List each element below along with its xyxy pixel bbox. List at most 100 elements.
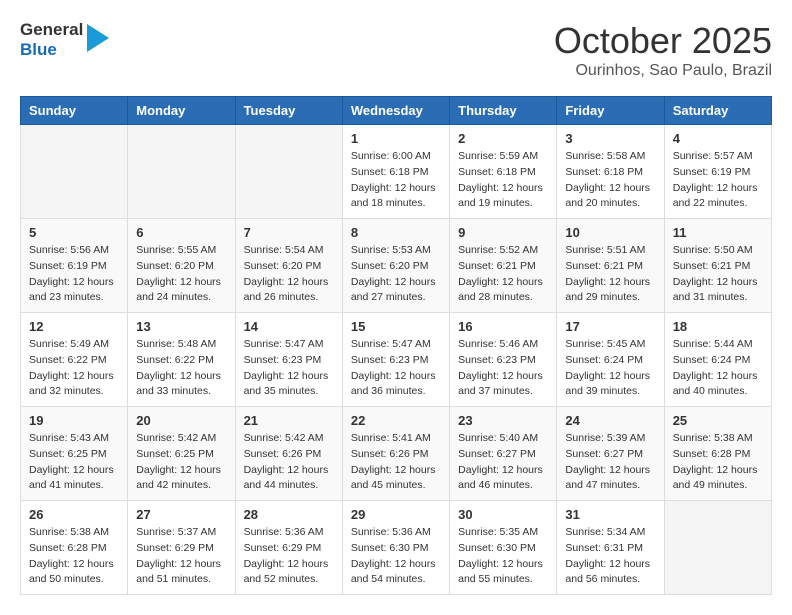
day-number: 26 bbox=[29, 507, 119, 522]
calendar-week-row: 19Sunrise: 5:43 AM Sunset: 6:25 PM Dayli… bbox=[21, 407, 772, 501]
day-info: Sunrise: 5:34 AM Sunset: 6:31 PM Dayligh… bbox=[565, 525, 655, 588]
calendar-cell: 2 Sunrise: 5:59 AM Sunset: 6:18 PM Daylig… bbox=[450, 125, 557, 219]
day-info: Sunrise: 5:53 AM Sunset: 6:20 PM Dayligh… bbox=[351, 243, 441, 306]
day-info: Sunrise: 5:48 AM Sunset: 6:22 PM Dayligh… bbox=[136, 337, 226, 400]
calendar-table: SundayMondayTuesdayWednesdayThursdayFrid… bbox=[20, 96, 772, 595]
weekday-header-wednesday: Wednesday bbox=[342, 97, 449, 125]
day-number: 1 bbox=[351, 131, 441, 146]
day-number: 28 bbox=[244, 507, 334, 522]
calendar-cell: 16 Sunrise: 5:46 AM Sunset: 6:23 PM Dayli… bbox=[450, 313, 557, 407]
day-number: 31 bbox=[565, 507, 655, 522]
day-number: 10 bbox=[565, 225, 655, 240]
calendar-cell bbox=[235, 125, 342, 219]
calendar-cell: 25Sunrise: 5:38 AM Sunset: 6:28 PM Dayli… bbox=[664, 407, 771, 501]
day-number: 6 bbox=[136, 225, 226, 240]
logo-general: General bbox=[20, 20, 83, 40]
day-info: Sunrise: 5:54 AM Sunset: 6:20 PM Dayligh… bbox=[244, 243, 334, 306]
calendar-cell: 8 Sunrise: 5:53 AM Sunset: 6:20 PM Daylig… bbox=[342, 219, 449, 313]
calendar-cell: 20 Sunrise: 5:42 AM Sunset: 6:25 PM Dayli… bbox=[128, 407, 235, 501]
calendar-cell: 10 Sunrise: 5:51 AM Sunset: 6:21 PM Dayli… bbox=[557, 219, 664, 313]
day-number: 12 bbox=[29, 319, 119, 334]
calendar-cell: 22 Sunrise: 5:41 AM Sunset: 6:26 PM Dayli… bbox=[342, 407, 449, 501]
calendar-week-row: 12 Sunrise: 5:49 AM Sunset: 6:22 PM Dayli… bbox=[21, 313, 772, 407]
calendar-cell: 6 Sunrise: 5:55 AM Sunset: 6:20 PM Daylig… bbox=[128, 219, 235, 313]
calendar-cell: 3 Sunrise: 5:58 AM Sunset: 6:18 PM Daylig… bbox=[557, 125, 664, 219]
month-title: October 2025 bbox=[554, 20, 772, 62]
day-info: Sunrise: 5:57 AM Sunset: 6:19 PM Dayligh… bbox=[673, 149, 763, 212]
calendar-cell: 28Sunrise: 5:36 AM Sunset: 6:29 PM Dayli… bbox=[235, 501, 342, 595]
day-info: Sunrise: 5:51 AM Sunset: 6:21 PM Dayligh… bbox=[565, 243, 655, 306]
calendar-cell: 23 Sunrise: 5:40 AM Sunset: 6:27 PM Dayli… bbox=[450, 407, 557, 501]
calendar-cell: 9 Sunrise: 5:52 AM Sunset: 6:21 PM Daylig… bbox=[450, 219, 557, 313]
day-info: Sunrise: 5:45 AM Sunset: 6:24 PM Dayligh… bbox=[565, 337, 655, 400]
calendar-cell: 7 Sunrise: 5:54 AM Sunset: 6:20 PM Daylig… bbox=[235, 219, 342, 313]
calendar-cell bbox=[664, 501, 771, 595]
calendar-cell: 5 Sunrise: 5:56 AM Sunset: 6:19 PM Daylig… bbox=[21, 219, 128, 313]
page-header: General Blue October 2025 Ourinhos, Sao … bbox=[20, 20, 772, 80]
day-info: Sunrise: 5:46 AM Sunset: 6:23 PM Dayligh… bbox=[458, 337, 548, 400]
weekday-header-tuesday: Tuesday bbox=[235, 97, 342, 125]
calendar-header-row: SundayMondayTuesdayWednesdayThursdayFrid… bbox=[21, 97, 772, 125]
day-info: Sunrise: 5:38 AM Sunset: 6:28 PM Dayligh… bbox=[29, 525, 119, 588]
day-number: 3 bbox=[565, 131, 655, 146]
day-info: Sunrise: 5:37 AM Sunset: 6:29 PM Dayligh… bbox=[136, 525, 226, 588]
day-info: Sunrise: 5:41 AM Sunset: 6:26 PM Dayligh… bbox=[351, 431, 441, 494]
calendar-cell: 13Sunrise: 5:48 AM Sunset: 6:22 PM Dayli… bbox=[128, 313, 235, 407]
day-info: Sunrise: 5:40 AM Sunset: 6:27 PM Dayligh… bbox=[458, 431, 548, 494]
day-info: Sunrise: 5:36 AM Sunset: 6:30 PM Dayligh… bbox=[351, 525, 441, 588]
calendar-cell: 19Sunrise: 5:43 AM Sunset: 6:25 PM Dayli… bbox=[21, 407, 128, 501]
day-number: 14 bbox=[244, 319, 334, 334]
calendar-cell: 30 Sunrise: 5:35 AM Sunset: 6:30 PM Dayli… bbox=[450, 501, 557, 595]
day-number: 25 bbox=[673, 413, 763, 428]
day-info: Sunrise: 5:49 AM Sunset: 6:22 PM Dayligh… bbox=[29, 337, 119, 400]
day-number: 2 bbox=[458, 131, 548, 146]
logo: General Blue bbox=[20, 20, 109, 59]
location: Ourinhos, Sao Paulo, Brazil bbox=[554, 62, 772, 80]
calendar-cell bbox=[128, 125, 235, 219]
weekday-header-friday: Friday bbox=[557, 97, 664, 125]
weekday-header-saturday: Saturday bbox=[664, 97, 771, 125]
day-number: 27 bbox=[136, 507, 226, 522]
day-number: 11 bbox=[673, 225, 763, 240]
title-section: October 2025 Ourinhos, Sao Paulo, Brazil bbox=[554, 20, 772, 80]
calendar-cell: 18Sunrise: 5:44 AM Sunset: 6:24 PM Dayli… bbox=[664, 313, 771, 407]
day-info: Sunrise: 5:58 AM Sunset: 6:18 PM Dayligh… bbox=[565, 149, 655, 212]
day-number: 16 bbox=[458, 319, 548, 334]
day-info: Sunrise: 5:55 AM Sunset: 6:20 PM Dayligh… bbox=[136, 243, 226, 306]
day-number: 15 bbox=[351, 319, 441, 334]
day-info: Sunrise: 5:42 AM Sunset: 6:26 PM Dayligh… bbox=[244, 431, 334, 494]
day-number: 30 bbox=[458, 507, 548, 522]
day-info: Sunrise: 5:44 AM Sunset: 6:24 PM Dayligh… bbox=[673, 337, 763, 400]
calendar-cell: 27 Sunrise: 5:37 AM Sunset: 6:29 PM Dayli… bbox=[128, 501, 235, 595]
day-info: Sunrise: 5:59 AM Sunset: 6:18 PM Dayligh… bbox=[458, 149, 548, 212]
day-number: 29 bbox=[351, 507, 441, 522]
day-info: Sunrise: 5:52 AM Sunset: 6:21 PM Dayligh… bbox=[458, 243, 548, 306]
day-info: Sunrise: 5:39 AM Sunset: 6:27 PM Dayligh… bbox=[565, 431, 655, 494]
day-number: 8 bbox=[351, 225, 441, 240]
calendar-cell: 17 Sunrise: 5:45 AM Sunset: 6:24 PM Dayli… bbox=[557, 313, 664, 407]
day-number: 5 bbox=[29, 225, 119, 240]
day-number: 9 bbox=[458, 225, 548, 240]
calendar-cell: 29 Sunrise: 5:36 AM Sunset: 6:30 PM Dayli… bbox=[342, 501, 449, 595]
day-number: 24 bbox=[565, 413, 655, 428]
calendar-cell: 14Sunrise: 5:47 AM Sunset: 6:23 PM Dayli… bbox=[235, 313, 342, 407]
calendar-cell: 26 Sunrise: 5:38 AM Sunset: 6:28 PM Dayli… bbox=[21, 501, 128, 595]
calendar-cell: 12 Sunrise: 5:49 AM Sunset: 6:22 PM Dayli… bbox=[21, 313, 128, 407]
day-info: Sunrise: 5:56 AM Sunset: 6:19 PM Dayligh… bbox=[29, 243, 119, 306]
day-number: 20 bbox=[136, 413, 226, 428]
day-number: 22 bbox=[351, 413, 441, 428]
day-number: 21 bbox=[244, 413, 334, 428]
calendar-week-row: 5 Sunrise: 5:56 AM Sunset: 6:19 PM Daylig… bbox=[21, 219, 772, 313]
day-number: 17 bbox=[565, 319, 655, 334]
day-number: 4 bbox=[673, 131, 763, 146]
calendar-week-row: 26 Sunrise: 5:38 AM Sunset: 6:28 PM Dayli… bbox=[21, 501, 772, 595]
day-info: Sunrise: 5:35 AM Sunset: 6:30 PM Dayligh… bbox=[458, 525, 548, 588]
day-info: Sunrise: 5:42 AM Sunset: 6:25 PM Dayligh… bbox=[136, 431, 226, 494]
day-number: 7 bbox=[244, 225, 334, 240]
weekday-header-thursday: Thursday bbox=[450, 97, 557, 125]
day-number: 19 bbox=[29, 413, 119, 428]
day-number: 23 bbox=[458, 413, 548, 428]
calendar-cell: 21 Sunrise: 5:42 AM Sunset: 6:26 PM Dayli… bbox=[235, 407, 342, 501]
calendar-cell: 15Sunrise: 5:47 AM Sunset: 6:23 PM Dayli… bbox=[342, 313, 449, 407]
calendar-cell bbox=[21, 125, 128, 219]
